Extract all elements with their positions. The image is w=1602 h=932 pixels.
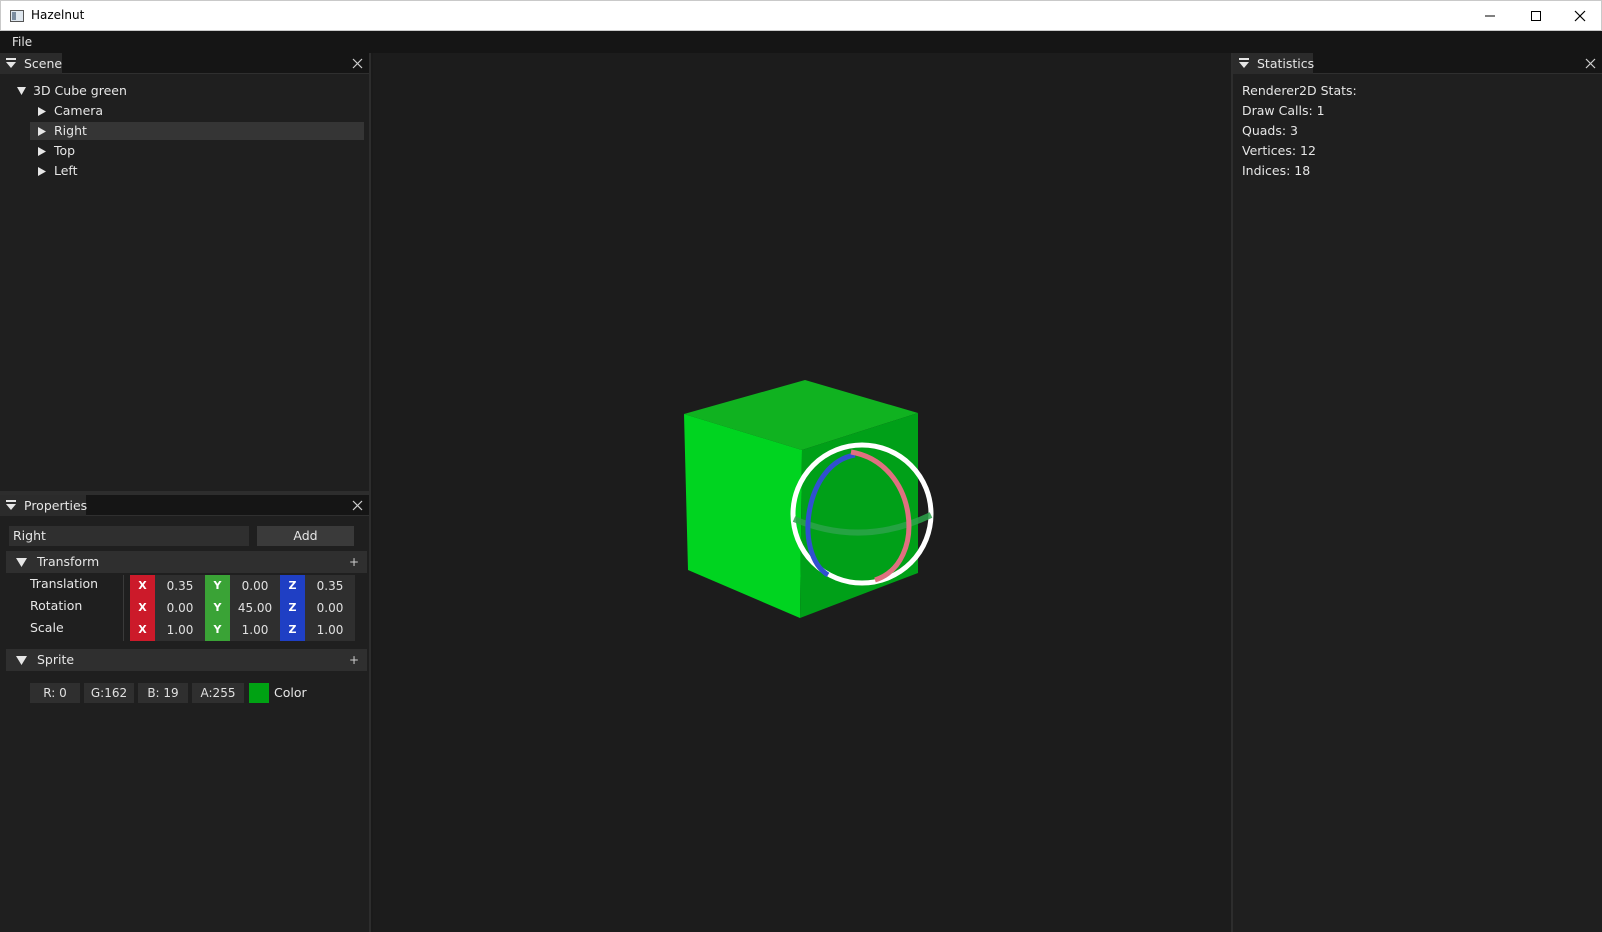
tree-item-left[interactable]: Left <box>38 162 364 180</box>
tree-root-label: 3D Cube green <box>33 83 127 98</box>
scale-z-reset-button[interactable]: Z <box>280 619 305 641</box>
stat-indices: Indices: 18 <box>1242 163 1311 178</box>
sprite-section-header[interactable]: Sprite + <box>6 649 367 671</box>
cube-left-face <box>684 414 802 618</box>
stat-draw-calls: Draw Calls: 1 <box>1242 103 1325 118</box>
scale-label: Scale <box>30 620 64 635</box>
rotation-x-reset-button[interactable]: X <box>130 597 155 619</box>
scale-y-field[interactable]: 1.00 <box>230 619 280 641</box>
menu-file[interactable]: File <box>12 35 32 49</box>
stat-vertices: Vertices: 12 <box>1242 143 1316 158</box>
window-title: Hazelnut <box>31 8 85 22</box>
tab-statistics[interactable]: Statistics <box>1233 53 1315 74</box>
close-icon <box>1574 10 1586 22</box>
properties-panel: Properties Right Add component Transform… <box>0 495 371 932</box>
properties-tab-label: Properties <box>24 498 88 513</box>
transform-settings-button[interactable]: + <box>349 551 359 573</box>
transform-section-header[interactable]: Transform + <box>6 551 367 573</box>
title-bar: Hazelnut <box>0 0 1602 31</box>
tab-scene[interactable]: Scene <box>0 53 62 74</box>
app-icon <box>10 10 24 22</box>
translation-label: Translation <box>30 576 99 591</box>
tree-item-camera[interactable]: Camera <box>38 102 364 120</box>
stats-heading: Renderer2D Stats: <box>1242 83 1357 98</box>
scene-tab-label: Scene <box>24 56 63 71</box>
tab-menu-icon[interactable] <box>1239 58 1249 69</box>
color-b-field[interactable]: B: 19 <box>138 683 188 703</box>
tab-properties[interactable]: Properties <box>0 495 88 516</box>
color-label: Color <box>274 685 307 700</box>
tree-root-entity[interactable]: 3D Cube green <box>17 82 357 100</box>
rotation-z-field[interactable]: 0.00 <box>305 597 355 619</box>
rotation-y-field[interactable]: 45.00 <box>230 597 280 619</box>
sprite-settings-button[interactable]: + <box>349 649 359 671</box>
tree-item-label: Camera <box>54 103 104 118</box>
statistics-tab-label: Statistics <box>1257 56 1315 71</box>
translation-x-field[interactable]: 0.35 <box>155 575 205 597</box>
scale-x-reset-button[interactable]: X <box>130 619 155 641</box>
rotation-z-reset-button[interactable]: Z <box>280 597 305 619</box>
color-g-field[interactable]: G:162 <box>84 683 134 703</box>
rotation-row: Rotation X 0.00 Y 45.00 Z 0.00 <box>0 597 371 619</box>
translation-y-reset-button[interactable]: Y <box>205 575 230 597</box>
minimize-icon <box>1485 15 1495 17</box>
expanded-arrow-icon <box>16 558 27 567</box>
tree-item-right[interactable]: Right <box>30 122 364 140</box>
menu-bar: File <box>0 31 1602 53</box>
scene-panel: Scene 3D Cube green Camera Right Top Lef… <box>0 53 371 491</box>
translation-z-field[interactable]: 0.35 <box>305 575 355 597</box>
close-icon[interactable] <box>352 500 363 511</box>
translation-x-reset-button[interactable]: X <box>130 575 155 597</box>
translation-row: Translation X 0.35 Y 0.00 Z 0.35 <box>0 575 371 597</box>
tree-item-label: Top <box>54 143 76 158</box>
properties-tab-bar: Properties <box>0 495 369 516</box>
scale-row: Scale X 1.00 Y 1.00 Z 1.00 <box>0 619 371 641</box>
tree-item-label: Left <box>54 163 78 178</box>
rotation-y-reset-button[interactable]: Y <box>205 597 230 619</box>
close-icon[interactable] <box>1585 58 1596 69</box>
translation-y-field[interactable]: 0.00 <box>230 575 280 597</box>
column-divider <box>123 619 124 641</box>
maximize-button[interactable] <box>1513 1 1559 31</box>
tab-menu-icon[interactable] <box>6 58 16 69</box>
close-window-button[interactable] <box>1557 1 1602 31</box>
scale-y-reset-button[interactable]: Y <box>205 619 230 641</box>
minimize-button[interactable] <box>1467 1 1513 31</box>
rotation-x-field[interactable]: 0.00 <box>155 597 205 619</box>
collapsed-arrow-icon <box>38 147 46 156</box>
color-r-field[interactable]: R: 0 <box>30 683 80 703</box>
scene-tab-bar: Scene <box>0 53 369 74</box>
maximize-icon <box>1531 11 1541 21</box>
collapsed-arrow-icon <box>38 107 46 116</box>
scene-viewport[interactable] <box>373 53 1231 932</box>
viewport-canvas[interactable] <box>373 53 1231 932</box>
rotation-label: Rotation <box>30 598 83 613</box>
close-icon[interactable] <box>352 58 363 69</box>
add-component-button[interactable]: Add component <box>257 526 354 563</box>
tree-item-label: Right <box>54 123 87 138</box>
sprite-title: Sprite <box>37 652 75 667</box>
color-swatch[interactable] <box>249 683 269 703</box>
color-a-field[interactable]: A:255 <box>192 683 244 703</box>
scale-z-field[interactable]: 1.00 <box>305 619 355 641</box>
statistics-tab-bar: Statistics <box>1233 53 1602 74</box>
entity-name-field[interactable]: Right <box>9 526 249 546</box>
transform-title: Transform <box>37 554 100 569</box>
tree-item-top[interactable]: Top <box>38 142 364 160</box>
expanded-arrow-icon <box>16 656 27 665</box>
statistics-panel: Statistics Renderer2D Stats: Draw Calls:… <box>1233 53 1602 932</box>
collapsed-arrow-icon <box>38 167 46 176</box>
collapsed-arrow-icon <box>38 127 46 136</box>
column-divider <box>123 597 124 619</box>
column-divider <box>123 575 124 597</box>
translation-z-reset-button[interactable]: Z <box>280 575 305 597</box>
tab-menu-icon[interactable] <box>6 500 16 511</box>
expanded-arrow-icon <box>17 87 26 95</box>
stat-quads: Quads: 3 <box>1242 123 1299 138</box>
scale-x-field[interactable]: 1.00 <box>155 619 205 641</box>
